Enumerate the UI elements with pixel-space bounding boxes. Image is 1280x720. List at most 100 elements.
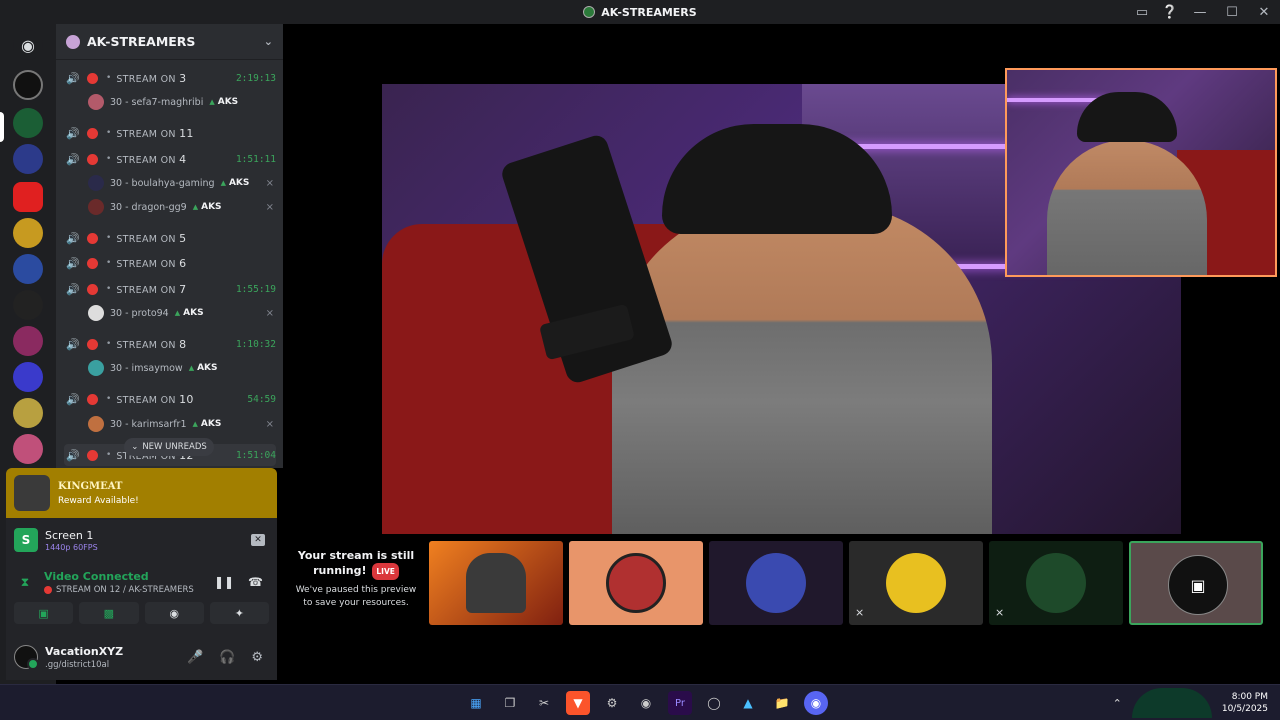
voice-member[interactable]: 30 - proto94 AKS ⨯ <box>88 303 274 323</box>
reward-subtitle: Reward Available! <box>58 495 139 506</box>
server-icon-4[interactable] <box>13 182 43 212</box>
member-name: 30 - imsaymow <box>110 362 183 374</box>
voice-channel[interactable]: 🔊 • STREAM ON 4 1:51:11 <box>64 148 276 170</box>
channel-timer: 2:19:13 <box>235 72 276 84</box>
disconnect-icon[interactable]: ☎ <box>248 575 263 589</box>
stream-paused-subtitle: We've paused this preview to save your r… <box>295 585 417 608</box>
chevron-down-icon: ⌄ <box>131 442 139 452</box>
server-icon-3[interactable] <box>13 144 43 174</box>
channel-number: 8 <box>179 337 187 351</box>
speaker-icon: 🔊 <box>66 449 80 462</box>
inbox-icon[interactable]: ▭ <box>1128 0 1156 24</box>
picture-in-picture-video[interactable] <box>1005 68 1277 277</box>
snipping-tool-icon[interactable]: ✂ <box>532 691 556 715</box>
avatar <box>88 305 104 321</box>
effects-button[interactable]: ✦ <box>209 602 269 624</box>
window-title: AK-STREAMERS <box>583 6 697 19</box>
close-button[interactable]: ✕ <box>1248 0 1280 24</box>
voice-channel[interactable]: 🔊 • STREAM ON 5 <box>64 227 276 249</box>
screen-share-row[interactable]: S Screen 1 1440p 60FPS ✕ <box>14 526 269 554</box>
voice-channel[interactable]: 🔊 • STREAM ON 10 54:59 <box>64 388 276 410</box>
reward-banner[interactable]: KINGMEAT Reward Available! <box>6 468 277 518</box>
tray-logo <box>1131 688 1212 718</box>
server-header[interactable]: AK-STREAMERS ⌄ <box>56 24 283 60</box>
member-tag: AKS <box>209 97 238 107</box>
new-unreads-pill[interactable]: ⌄ NEW UNREADS <box>124 438 214 456</box>
avatar <box>746 553 806 613</box>
stop-screen-share-icon[interactable]: ✕ <box>251 534 265 546</box>
windows-start-icon[interactable]: ▦ <box>464 691 488 715</box>
participant-tile[interactable]: ⨯ <box>849 541 983 625</box>
activity-button[interactable]: ◉ <box>144 602 204 624</box>
clock[interactable]: 8:00 PM 10/5/2025 <box>1222 691 1268 715</box>
channel-number: 7 <box>179 282 187 296</box>
channel-timer: 1:55:19 <box>235 283 276 295</box>
participant-tile[interactable]: ⨯ <box>989 541 1123 625</box>
server-icon-10[interactable] <box>13 398 43 428</box>
camera-button[interactable]: ▣ <box>14 602 74 624</box>
voice-status-channel[interactable]: STREAM ON 12 / AK-STREAMERS <box>56 585 194 595</box>
premiere-pro-icon[interactable]: Pr <box>668 691 692 715</box>
avatar <box>886 553 946 613</box>
steam-icon[interactable]: ⚙ <box>600 691 624 715</box>
channel-timer: 1:10:32 <box>235 338 276 350</box>
participant-tile[interactable] <box>709 541 843 625</box>
microphone-icon[interactable]: 🎤 <box>187 650 203 665</box>
voice-member[interactable]: 30 - sefa7-maghribi AKS <box>88 92 274 112</box>
server-icon-ak-streamers[interactable] <box>13 108 43 138</box>
participant-tile-self[interactable]: ▣ <box>1129 541 1263 625</box>
brave-browser-icon[interactable]: ▼ <box>566 691 590 715</box>
chevron-up-icon[interactable]: ⌃ <box>1113 697 1122 710</box>
server-icon-7[interactable] <box>13 290 43 320</box>
channel-label: STREAM ON <box>116 233 176 245</box>
voice-member[interactable]: 30 - karimsarfr1 AKS ⨯ <box>88 414 274 434</box>
maximize-button[interactable]: ☐ <box>1216 0 1248 24</box>
muted-icon: ⨯ <box>265 201 274 213</box>
soundboard-icon[interactable]: ❚❚ <box>214 575 234 589</box>
voice-channel[interactable]: 🔊 • STREAM ON 8 1:10:32 <box>64 333 276 355</box>
obs-icon[interactable]: ◯ <box>702 691 726 715</box>
avatar[interactable] <box>14 645 39 670</box>
signal-icon[interactable]: ⧗ <box>14 575 36 590</box>
server-icon-6[interactable] <box>13 254 43 284</box>
member-name: 30 - boulahya-gaming <box>110 177 215 189</box>
server-icon-vacation[interactable] <box>13 70 43 100</box>
video-camera-icon: ▣ <box>1168 555 1228 615</box>
gear-icon[interactable]: ⚙ <box>251 650 263 665</box>
server-icon <box>583 6 596 18</box>
participant-tile[interactable] <box>429 541 563 625</box>
channel-number: 6 <box>179 256 187 270</box>
voice-member[interactable]: 30 - dragon-gg9 AKS ⨯ <box>88 197 274 217</box>
headphones-icon[interactable]: 🎧 <box>219 650 235 665</box>
discord-home-icon[interactable]: ◉ <box>13 30 43 60</box>
voice-channel[interactable]: 🔊 • STREAM ON 6 <box>64 252 276 274</box>
record-icon <box>87 257 98 269</box>
help-icon[interactable]: ❔ <box>1156 0 1184 24</box>
avatar <box>88 94 104 110</box>
video-stage: Your stream is still running! LIVE We've… <box>283 24 1280 684</box>
voice-member[interactable]: 30 - boulahya-gaming AKS ⨯ <box>88 173 274 193</box>
participant-tile[interactable] <box>569 541 703 625</box>
server-badge-icon <box>66 34 80 49</box>
user-row[interactable]: VacationXYZ .gg/district10al 🎤 🎧 ⚙ <box>14 642 269 672</box>
record-icon <box>87 449 98 461</box>
task-view-icon[interactable]: ❐ <box>498 691 522 715</box>
voice-member[interactable]: 30 - imsaymow AKS <box>88 358 274 378</box>
photos-icon[interactable]: ▲ <box>736 691 760 715</box>
voice-status-title[interactable]: Video Connected <box>44 570 194 583</box>
server-icon-9[interactable] <box>13 362 43 392</box>
file-explorer-icon[interactable]: 📁 <box>770 691 794 715</box>
minimize-button[interactable]: — <box>1184 0 1216 24</box>
voice-channel[interactable]: 🔊 • STREAM ON 11 <box>64 122 276 144</box>
server-icon-5[interactable] <box>13 218 43 248</box>
taskbar-apps: ▦ ❐ ✂ ▼ ⚙ ◉ Pr ◯ ▲ 📁 ◉ <box>464 685 828 720</box>
voice-channel[interactable]: 🔊 • STREAM ON 7 1:55:19 <box>64 278 276 300</box>
server-icon-11[interactable] <box>13 434 43 464</box>
app-icon[interactable]: ◉ <box>634 691 658 715</box>
screen-share-button[interactable]: ▩ <box>79 602 139 624</box>
system-tray: ⌃ 8:00 PM 10/5/2025 <box>1113 685 1268 720</box>
member-name: 30 - dragon-gg9 <box>110 201 187 213</box>
discord-taskbar-icon[interactable]: ◉ <box>804 691 828 715</box>
voice-channel[interactable]: 🔊 • STREAM ON 3 2:19:13 <box>64 67 276 89</box>
server-icon-8[interactable] <box>13 326 43 356</box>
